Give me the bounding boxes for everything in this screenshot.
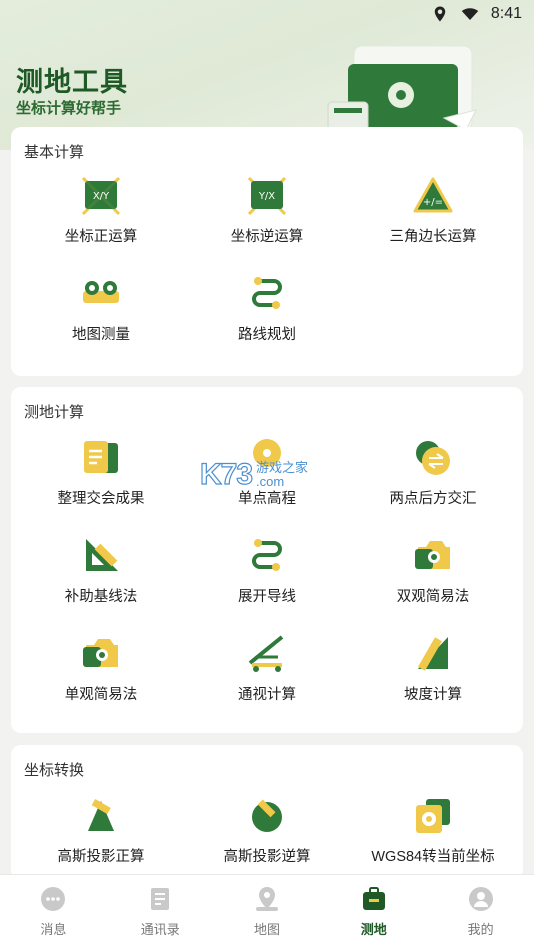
wgs-convert-icon	[416, 799, 450, 833]
tool-organize-results[interactable]: 整理交会成果	[16, 437, 186, 508]
status-time: 8:41	[490, 5, 522, 22]
profile-icon	[468, 887, 493, 911]
slope-icon	[418, 637, 448, 671]
tool-auxiliary-baseline[interactable]: 补助基线法	[16, 535, 186, 606]
yx-board-icon: Y/X	[247, 176, 287, 216]
hero-illustration	[327, 45, 477, 130]
camera-icon	[83, 639, 118, 667]
route-plan-icon	[252, 539, 282, 571]
tool-label: 补助基线法	[64, 589, 138, 605]
tab-label: 通讯录	[140, 922, 180, 937]
tab-label: 地图	[253, 922, 280, 937]
tool-map-measure[interactable]: 地图测量	[16, 273, 186, 344]
tab-map[interactable]: 地图	[214, 875, 321, 949]
document-icon	[84, 441, 118, 473]
tool-label: 三角边长运算	[389, 229, 477, 245]
status-bar: 8:41	[0, 0, 534, 28]
map-pin-icon	[255, 887, 278, 911]
ruler-triangle-icon	[86, 539, 118, 571]
camera-icon	[415, 541, 450, 569]
section-title: 测地计算	[24, 404, 85, 421]
tool-label: 单观简易法	[64, 687, 138, 703]
tool-label: 坐标逆运算	[230, 229, 304, 245]
location-icon	[434, 6, 446, 22]
tool-label: 通视计算	[238, 687, 296, 703]
tool-gauss-forward[interactable]: 高斯投影正算	[16, 795, 186, 866]
svg-text:+/=: +/=	[423, 197, 443, 208]
tool-label: 两点后方交汇	[389, 491, 477, 507]
page-subtitle: 坐标计算好帮手	[16, 100, 122, 117]
tool-coord-forward[interactable]: X/Y 坐标正运算	[16, 175, 186, 246]
tool-label: WGS84转当前坐标	[371, 849, 495, 865]
tab-profile[interactable]: 我的	[427, 875, 534, 949]
sightline-icon	[248, 635, 284, 672]
tab-survey[interactable]: 测地	[320, 875, 427, 949]
section-title: 基本计算	[24, 144, 85, 161]
tool-two-point-resection[interactable]: 两点后方交汇	[348, 437, 518, 508]
bottom-tab-bar: 消息 通讯录 地图 测地 我的	[0, 874, 534, 949]
tab-contacts[interactable]: 通讯录	[107, 875, 214, 949]
page-title: 测地工具	[16, 67, 128, 97]
tool-label: 路线规划	[238, 327, 296, 343]
projection-inverse-icon	[252, 799, 282, 832]
tool-slope[interactable]: 坡度计算	[348, 633, 518, 704]
map-measure-icon	[83, 281, 119, 303]
contacts-icon	[151, 888, 170, 910]
tool-label: 高斯投影逆算	[223, 849, 311, 865]
section-survey: 测地计算 整理交会成果 单点高程 两点后方交汇 补助基线法 展开导线 双观简易法…	[11, 387, 523, 733]
tool-coord-inverse[interactable]: Y/X 坐标逆运算	[182, 175, 352, 246]
tool-single-observation[interactable]: 单观简易法	[16, 633, 186, 704]
section-coordinate-convert: 坐标转换 高斯投影正算 高斯投影逆算 WGS84转当前坐标	[11, 745, 523, 880]
section-basic: 基本计算 X/Y 坐标正运算 Y/X 坐标逆运算 +/= 三角边长运算 地图测量…	[11, 127, 523, 376]
tool-route-plan[interactable]: 路线规划	[182, 273, 352, 344]
projection-icon	[88, 799, 114, 831]
wifi-icon	[461, 8, 479, 20]
watermark-text: 游戏之家	[256, 460, 309, 475]
tool-label: 双观简易法	[396, 589, 470, 605]
watermark-domain: .com	[256, 474, 285, 489]
tool-dual-observation[interactable]: 双观简易法	[348, 535, 518, 606]
watermark-logo: K73 游戏之家 .com	[199, 457, 309, 491]
tab-label: 我的	[467, 922, 494, 937]
tool-wgs84-convert[interactable]: WGS84转当前坐标	[348, 795, 518, 866]
tab-label: 消息	[40, 922, 67, 937]
two-point-icon	[416, 441, 450, 475]
tool-label: 整理交会成果	[57, 491, 145, 507]
tool-expand-traverse[interactable]: 展开导线	[182, 535, 352, 606]
tab-label: 测地	[360, 922, 387, 937]
toolbox-icon	[362, 887, 385, 910]
section-title: 坐标转换	[24, 762, 85, 779]
tool-label: 坡度计算	[404, 687, 462, 703]
tool-triangle-side[interactable]: +/= 三角边长运算	[348, 175, 518, 246]
tab-messages[interactable]: 消息	[0, 875, 107, 949]
message-icon	[41, 887, 66, 911]
triangle-calc-icon: +/=	[413, 177, 453, 213]
tool-label: 高斯投影正算	[57, 849, 145, 865]
tool-label: 坐标正运算	[64, 229, 138, 245]
route-plan-icon	[252, 277, 282, 309]
tool-gauss-inverse[interactable]: 高斯投影逆算	[182, 795, 352, 866]
svg-text:X/Y: X/Y	[93, 191, 110, 202]
svg-text:Y/X: Y/X	[258, 191, 275, 202]
xy-board-icon: X/Y	[81, 176, 121, 216]
tool-label: 展开导线	[238, 589, 296, 605]
tool-sightline[interactable]: 通视计算	[182, 633, 352, 704]
tool-label: 地图测量	[72, 327, 130, 343]
